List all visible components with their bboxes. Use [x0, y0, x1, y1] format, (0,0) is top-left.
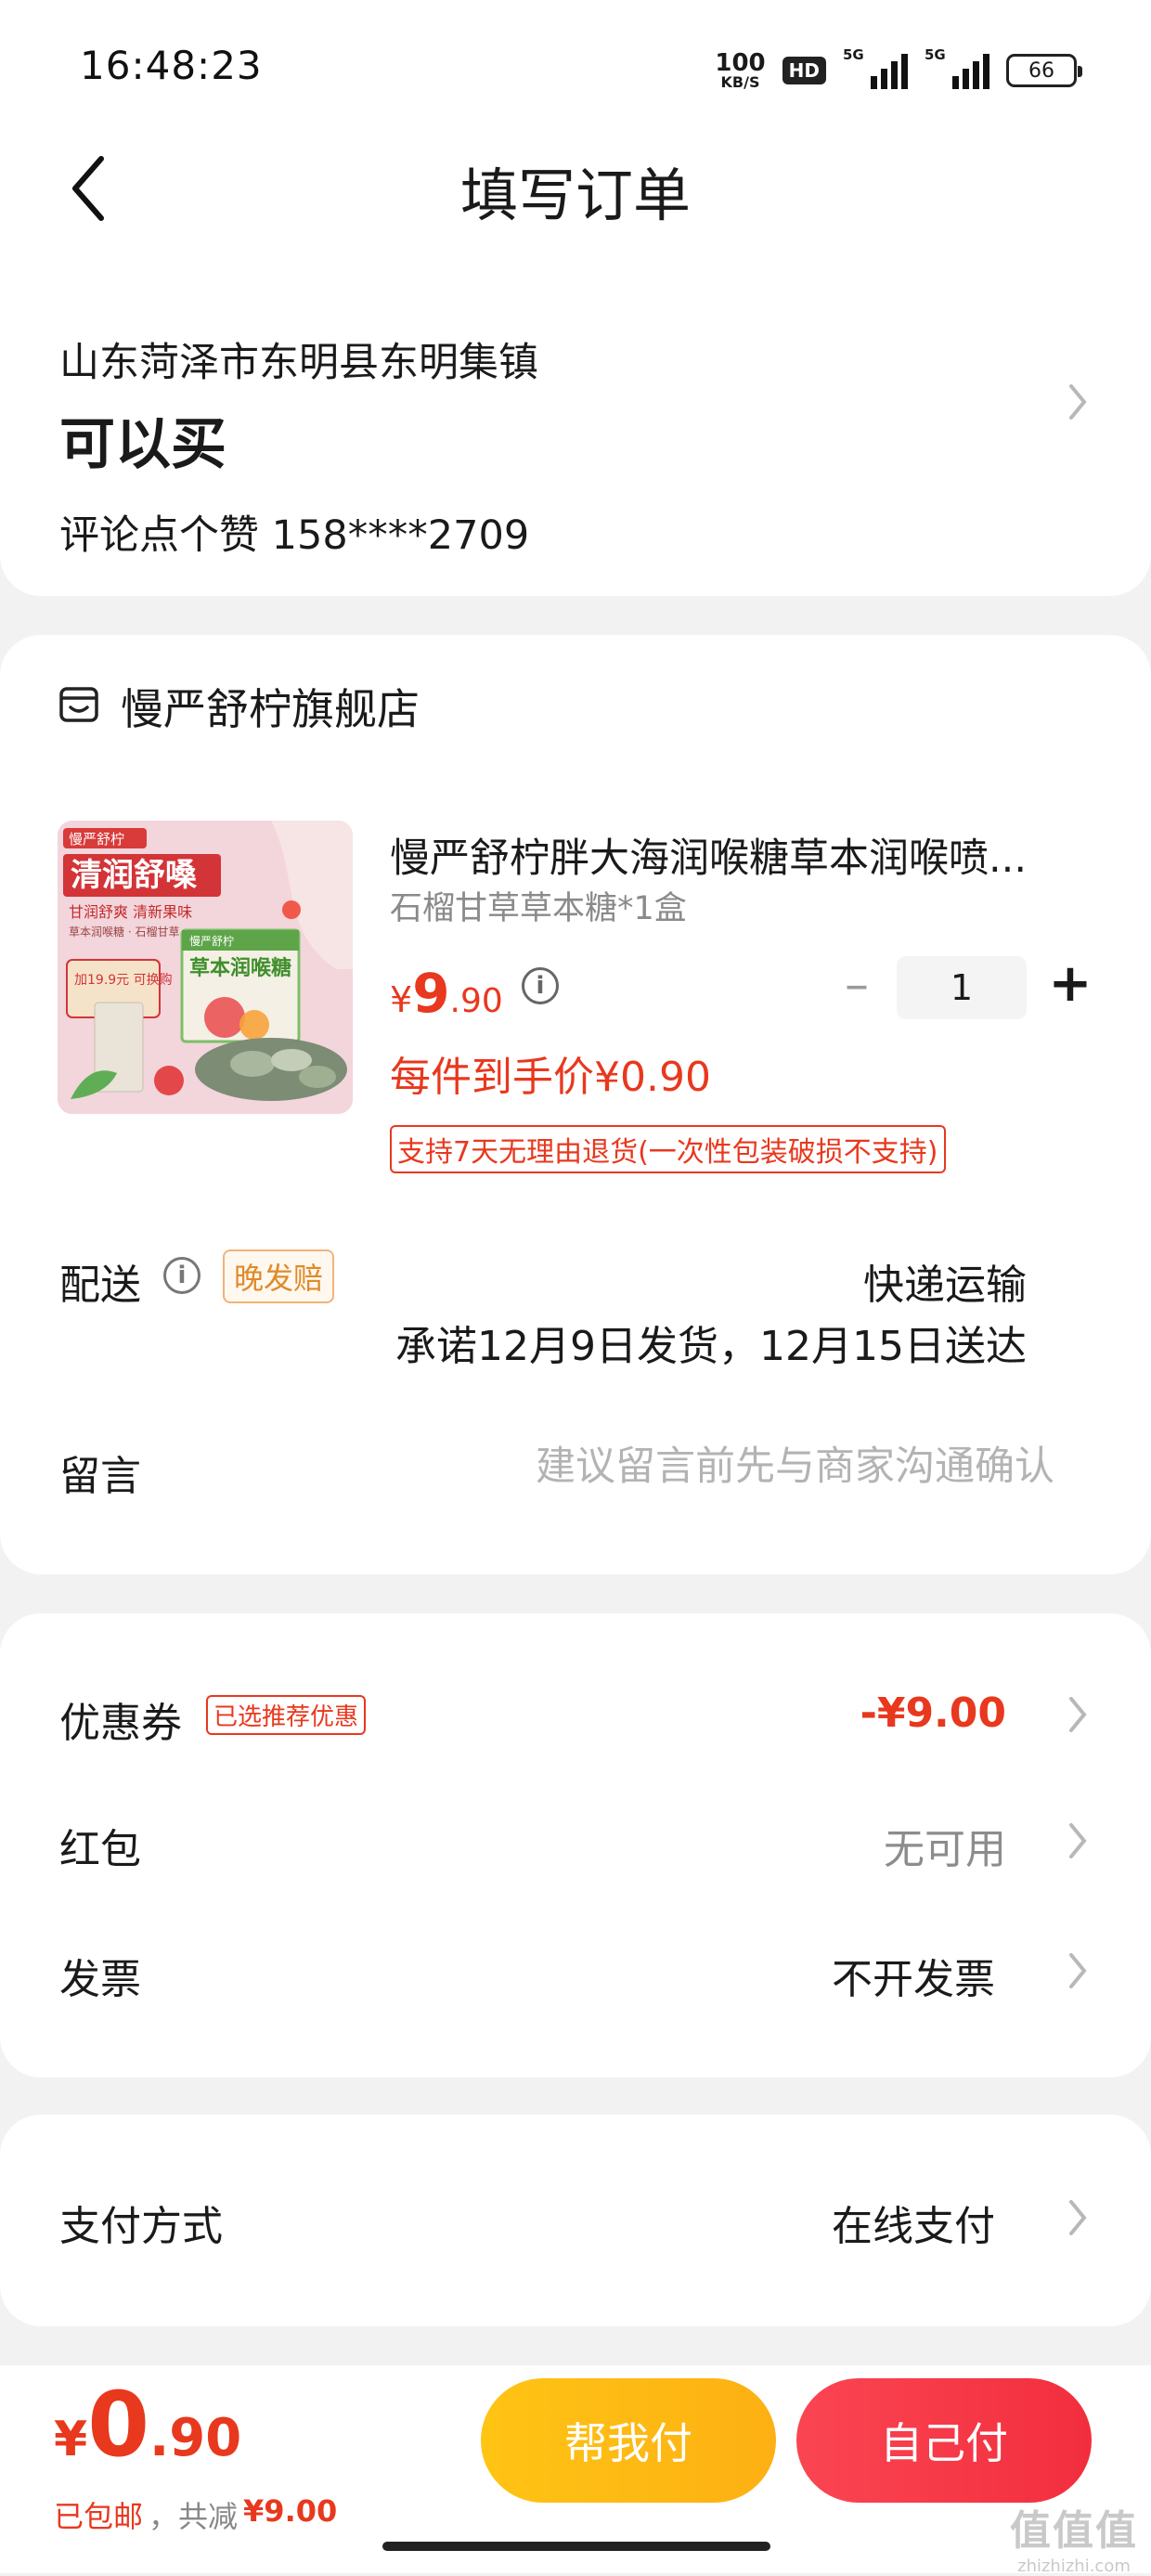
- coupon-value[interactable]: -¥9.00: [860, 1689, 1006, 1737]
- coupon-label: 优惠券: [59, 1700, 182, 1747]
- invoice-label: 发票: [59, 1956, 141, 2003]
- delivery-method: 快递运输: [863, 1262, 1027, 1309]
- watermark: 值值值 zhizhizhi.com: [1010, 2497, 1138, 2576]
- signal-5g-icon: 5G: [843, 46, 908, 89]
- product-spec[interactable]: 石榴甘草草本糖*1盒: [390, 882, 687, 929]
- red-packet-value[interactable]: 无可用: [884, 1816, 1006, 1875]
- image-sub: 草本润喉糖 · 石榴甘草: [69, 925, 179, 938]
- battery-level: 66: [1028, 58, 1054, 83]
- coupon-chevron-right-icon[interactable]: [1067, 1695, 1088, 1738]
- payment-label: 支付方式: [59, 2203, 223, 2250]
- product-image[interactable]: 慢严舒柠 清润舒嗓 甘润舒爽 清新果味 草本润喉糖 · 石榴甘草 慢严舒柠 草本…: [58, 821, 353, 1114]
- home-indicator[interactable]: [382, 2542, 770, 2551]
- total-price: ¥ 0 .90: [54, 2380, 241, 2469]
- product-price: ¥ 9 .90: [390, 962, 503, 1025]
- payment-card[interactable]: 支付方式 在线支付: [0, 2115, 1151, 2326]
- status-icons: 100 KB/S HD 5G 5G 66: [715, 43, 1082, 98]
- page-header: 填写订单: [0, 121, 1151, 260]
- price-summary: 已包邮 ，共减 ¥9.00: [54, 2493, 337, 2536]
- product-title[interactable]: 慢严舒柠胖大海润喉糖草本润喉喷...: [390, 826, 1067, 884]
- quantity-value: 1: [950, 967, 974, 1008]
- image-headline: 清润舒嗓: [71, 857, 198, 894]
- info-icon[interactable]: i: [522, 967, 559, 1004]
- quantity-decrease-button[interactable]: –: [834, 961, 880, 1009]
- return-policy-badge: 支持7天无理由退货(一次性包装破损不支持): [390, 1125, 946, 1173]
- invoice-value[interactable]: 不开发票: [832, 1946, 995, 2005]
- quantity-increase-button[interactable]: +: [1047, 958, 1093, 1014]
- pay-myself-button[interactable]: 自己付: [796, 2378, 1092, 2503]
- total-decimal: .90: [149, 2408, 242, 2468]
- status-time: 16:48:23: [80, 43, 263, 88]
- delivery-schedule: 承诺12月9日发货，12月15日送达: [395, 1323, 1027, 1370]
- signal-label: 5G: [843, 46, 864, 63]
- total-integer: 0: [87, 2373, 149, 2477]
- help-me-pay-button[interactable]: 帮我付: [481, 2378, 776, 2503]
- shipping-status: 已包邮: [54, 2499, 144, 2534]
- saved-label: ，共减: [149, 2499, 239, 2534]
- saved-value: ¥9.00: [243, 2493, 338, 2529]
- invoice-chevron-right-icon[interactable]: [1067, 1951, 1088, 1994]
- address-contact: 评论点个赞 158****2709: [59, 512, 530, 559]
- hd-voice-icon: HD: [782, 57, 826, 84]
- price-decimal: .90: [449, 982, 503, 1020]
- delivery-label: 配送: [59, 1262, 141, 1309]
- payment-value[interactable]: 在线支付: [832, 2193, 995, 2252]
- battery-icon: 66: [1006, 54, 1082, 87]
- network-speed-value: 100: [715, 49, 766, 77]
- store-icon: [59, 687, 98, 722]
- address-detail: 可以买: [59, 412, 226, 477]
- image-box-brand: 慢严舒柠: [189, 934, 234, 948]
- late-compensation-badge[interactable]: 晚发赔: [223, 1249, 335, 1303]
- discounts-card: 优惠券 已选推荐优惠 -¥9.00 红包 无可用 发票 不开发票: [0, 1613, 1151, 2078]
- page-title: 填写订单: [459, 162, 691, 229]
- address-region: 山东菏泽市东明县东明集镇: [59, 340, 538, 386]
- message-label: 留言: [59, 1453, 141, 1500]
- price-symbol: ¥: [390, 979, 413, 1020]
- coupon-selected-badge: 已选推荐优惠: [206, 1695, 367, 1735]
- network-speed: 100 KB/S: [715, 51, 765, 90]
- network-speed-unit: KB/S: [720, 73, 760, 91]
- price-integer: 9: [412, 962, 450, 1025]
- red-packet-chevron-right-icon[interactable]: [1067, 1821, 1088, 1864]
- image-promo: 加19.9元 可换购: [74, 972, 173, 988]
- watermark-text: 值值值: [1010, 2507, 1138, 2555]
- payment-chevron-right-icon[interactable]: [1067, 2198, 1088, 2241]
- chevron-right-icon: [1067, 382, 1088, 425]
- delivery-info-icon[interactable]: i: [163, 1257, 200, 1294]
- unit-price: 每件到手价¥0.90: [390, 1054, 711, 1101]
- status-bar: 16:48:23 100 KB/S HD 5G 5G 66: [0, 0, 1151, 121]
- total-symbol: ¥: [54, 2412, 88, 2467]
- red-packet-label: 红包: [59, 1826, 141, 1873]
- image-box-name: 草本润喉糖: [189, 956, 291, 980]
- signal-label-2: 5G: [925, 46, 946, 63]
- image-tagline: 甘润舒爽 清新果味: [69, 903, 192, 921]
- shop-card: 慢严舒柠旗舰店 慢严舒柠 清润舒嗓 甘润舒爽 清新果味 草本润喉糖 · 石榴甘草…: [0, 635, 1151, 1574]
- quantity-input[interactable]: 1: [897, 956, 1027, 1019]
- image-brand: 慢严舒柠: [69, 831, 124, 848]
- signal-5g-icon-2: 5G: [925, 46, 989, 89]
- address-card[interactable]: 山东菏泽市东明县东明集镇 可以买 评论点个赞 158****2709: [0, 260, 1151, 596]
- message-input[interactable]: [399, 1439, 1054, 1495]
- store-name[interactable]: 慢严舒柠旗舰店: [121, 676, 420, 737]
